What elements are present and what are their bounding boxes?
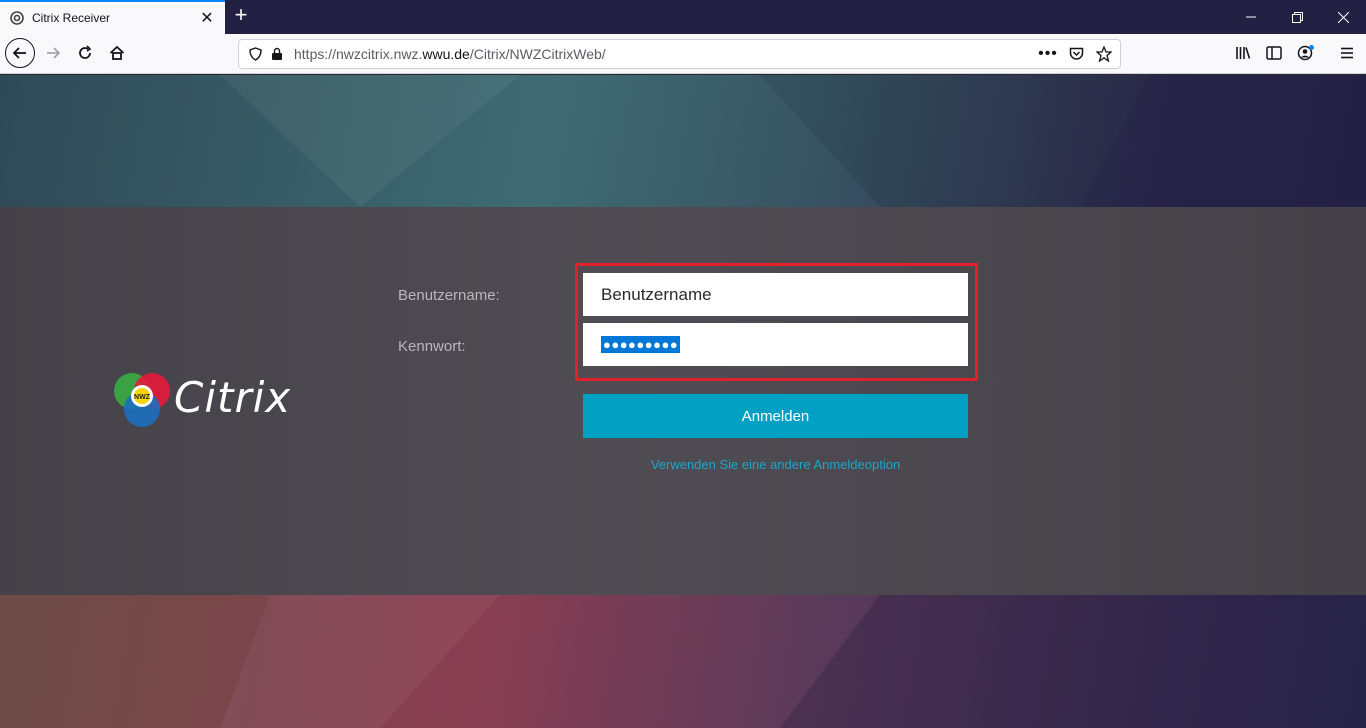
sidebar-icon <box>1266 46 1282 60</box>
citrix-login-page: NWZ Citrix Benutzername: Benutzername Ke… <box>0 75 1366 728</box>
account-icon <box>1297 45 1314 61</box>
tracking-protection-shield-icon[interactable] <box>244 43 266 65</box>
forward-arrow-icon <box>47 47 61 59</box>
lock-icon[interactable] <box>266 43 288 65</box>
url-path: /Citrix/NWZCitrixWeb/ <box>469 46 606 62</box>
back-button[interactable] <box>5 38 35 68</box>
reload-icon <box>79 45 92 59</box>
address-bar[interactable]: https://nwzcitrix.nwz.wwu.de/Citrix/NWZC… <box>238 39 1121 69</box>
tab-strip: Citrix Receiver ✕ + <box>0 0 1366 34</box>
bookmark-star-icon[interactable] <box>1093 43 1115 65</box>
home-button[interactable] <box>102 38 132 68</box>
back-arrow-icon <box>12 47 26 59</box>
app-menu-button[interactable] <box>1332 38 1362 68</box>
citrix-brand-text: Citrix <box>174 373 292 422</box>
login-button[interactable]: Anmelden <box>583 394 968 438</box>
password-label: Kennwort: <box>398 338 466 355</box>
url-text[interactable]: https://nwzcitrix.nwz.wwu.de/Citrix/NWZC… <box>294 46 1037 62</box>
restore-window-button[interactable] <box>1274 0 1320 34</box>
nwz-badge-text: NWZ <box>134 394 151 401</box>
alternate-login-option-link[interactable]: Verwenden Sie eine andere Anmeldeoption <box>583 457 968 472</box>
nwz-citrix-logo: NWZ Citrix <box>112 371 292 431</box>
pocket-icon[interactable] <box>1065 43 1087 65</box>
hamburger-menu-icon <box>1341 47 1353 59</box>
citrix-favicon-icon <box>10 11 24 25</box>
close-window-button[interactable] <box>1320 0 1366 34</box>
credentials-highlight-box <box>575 263 978 381</box>
library-icon <box>1236 47 1251 59</box>
minimize-window-button[interactable] <box>1228 0 1274 34</box>
new-tab-button[interactable]: + <box>229 4 253 28</box>
url-domain: wwu.de <box>422 46 470 62</box>
library-button[interactable] <box>1228 38 1258 68</box>
background-shapes-bottom <box>0 595 1366 728</box>
navigation-toolbar: https://nwzcitrix.nwz.wwu.de/Citrix/NWZC… <box>0 34 1366 74</box>
close-tab-icon[interactable]: ✕ <box>197 8 217 28</box>
home-icon <box>109 45 125 60</box>
page-actions-menu-icon[interactable]: ••• <box>1037 43 1059 65</box>
username-label: Benutzername: <box>398 287 500 304</box>
forward-button[interactable] <box>38 38 68 68</box>
tab-title: Citrix Receiver <box>32 11 111 25</box>
sidebar-toggle-button[interactable] <box>1259 38 1289 68</box>
nwz-color-circles-icon: NWZ <box>114 373 170 427</box>
url-prefix: https://nwzcitrix.nwz. <box>294 46 423 62</box>
reload-button[interactable] <box>70 38 100 68</box>
account-button[interactable] <box>1291 38 1321 68</box>
tab-citrix-receiver[interactable]: Citrix Receiver ✕ <box>0 0 225 34</box>
